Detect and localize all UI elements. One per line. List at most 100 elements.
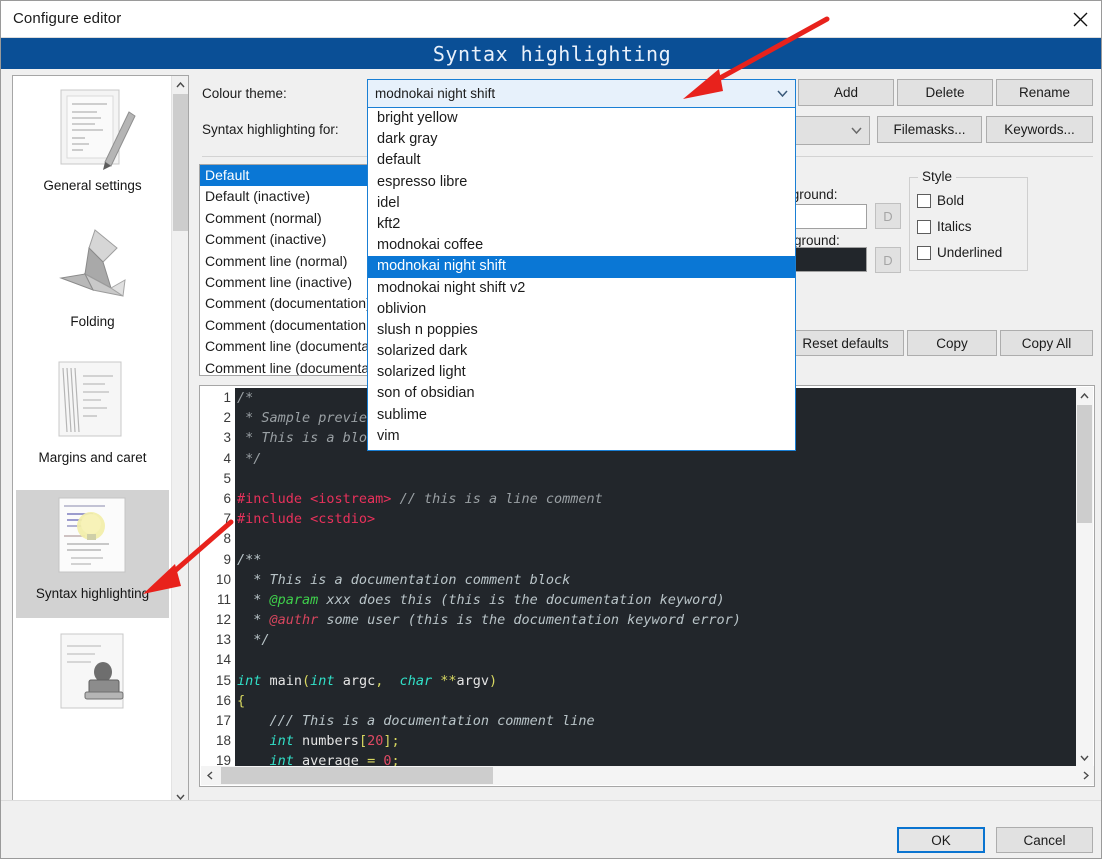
dropdown-option[interactable]: solarized light: [368, 362, 795, 383]
chevron-up-icon[interactable]: [1076, 387, 1093, 404]
colour-theme-dropdown-popup[interactable]: bright yellow dark gray default espresso li…: [367, 107, 796, 451]
foreground-default-button[interactable]: D: [875, 203, 901, 229]
copy-all-button[interactable]: Copy All: [1000, 330, 1093, 356]
sidebar-item-syntax-highlighting[interactable]: Syntax highlighting: [16, 490, 169, 618]
code-token: @authr: [269, 612, 319, 629]
style-list-item[interactable]: Comment line (documentation, inactive): [200, 358, 374, 375]
window-title: Configure editor: [13, 10, 122, 27]
style-list-item[interactable]: Comment (documentation, inactive): [200, 315, 374, 336]
dropdown-option[interactable]: kft2: [368, 214, 795, 235]
sidebar-item-general-settings[interactable]: General settings: [16, 82, 169, 210]
chevron-right-icon[interactable]: [1077, 767, 1094, 784]
code-token: [: [358, 733, 368, 750]
chevron-down-icon[interactable]: [1076, 749, 1093, 766]
dropdown-option[interactable]: bright yellow: [368, 108, 795, 129]
preview-vscroll-thumb[interactable]: [1077, 405, 1092, 523]
style-list-item[interactable]: Comment (normal): [200, 208, 374, 229]
chevron-left-icon[interactable]: [201, 767, 218, 784]
style-list-item[interactable]: Default (inactive): [200, 186, 374, 207]
filemasks-button[interactable]: Filemasks...: [877, 116, 982, 143]
chevron-up-icon[interactable]: [172, 76, 188, 93]
code-token: main: [261, 672, 303, 689]
code-token: int: [310, 672, 335, 689]
style-list-item[interactable]: Comment (documentation): [200, 293, 374, 314]
code-token: some user (this is the documentation key…: [318, 612, 741, 629]
dropdown-option[interactable]: default: [368, 150, 795, 171]
chevron-down-icon[interactable]: [769, 90, 795, 97]
colour-theme-combo[interactable]: modnokai night shift: [367, 79, 796, 108]
sidebar-item-label: Folding: [70, 314, 115, 329]
bold-checkbox-row[interactable]: Bold: [917, 193, 964, 208]
code-line: int main(int argc, char **argv): [237, 671, 1076, 691]
sidebar-item-margins-and-caret[interactable]: Margins and caret: [16, 354, 169, 482]
italics-checkbox[interactable]: [917, 219, 931, 234]
dropdown-option[interactable]: espresso libre: [368, 172, 795, 193]
reset-defaults-button[interactable]: Reset defaults: [787, 330, 904, 356]
keywords-button[interactable]: Keywords...: [986, 116, 1093, 143]
underlined-checkbox-row[interactable]: Underlined: [917, 245, 1002, 260]
style-list-item[interactable]: Comment (inactive): [200, 229, 374, 250]
line-number: 8: [223, 531, 231, 547]
code-bulb-icon: [58, 497, 125, 573]
ok-button[interactable]: OK: [897, 827, 985, 853]
copy-button[interactable]: Copy: [907, 330, 997, 356]
preview-hscroll-thumb[interactable]: [221, 767, 493, 784]
underlined-checkbox[interactable]: [917, 245, 931, 260]
sidebar-item-folding[interactable]: Folding: [16, 218, 169, 346]
rename-button[interactable]: Rename: [996, 79, 1093, 106]
dropdown-option[interactable]: sublime: [368, 405, 795, 426]
dropdown-option[interactable]: slush n poppies: [368, 320, 795, 341]
dialog-footer: OK Cancel: [1, 801, 1101, 858]
close-icon[interactable]: [1057, 1, 1101, 37]
style-list-item[interactable]: Comment line (documentation): [200, 336, 374, 357]
code-token: ;: [391, 733, 400, 750]
code-token: ;: [391, 753, 400, 766]
add-button[interactable]: Add: [798, 79, 894, 106]
style-list-item[interactable]: Comment line (normal): [200, 251, 374, 272]
syntax-highlighting-for-label: Syntax highlighting for:: [202, 122, 339, 137]
code-token: #include <cstdio>: [237, 511, 376, 528]
code-token: #include <iostream>: [237, 490, 392, 507]
italics-checkbox-row[interactable]: Italics: [917, 219, 972, 234]
dropdown-option[interactable]: dark gray: [368, 129, 795, 150]
dropdown-option[interactable]: vim: [368, 426, 795, 447]
style-list-item[interactable]: Default: [200, 165, 374, 187]
dropdown-option[interactable]: modnokai night shift: [368, 256, 795, 278]
code-token: 20: [367, 733, 384, 750]
line-number-gutter: 1234567891011121314151617181920212223242…: [202, 388, 235, 766]
line-number: 17: [215, 713, 231, 728]
style-groupbox-title: Style: [918, 169, 957, 184]
syntax-style-list[interactable]: Default Default (inactive) Comment (normal…: [199, 164, 375, 376]
sidebar-scroll-thumb[interactable]: [173, 94, 188, 231]
cancel-button[interactable]: Cancel: [996, 827, 1093, 853]
sidebar-item-document-stamp[interactable]: [16, 626, 169, 744]
line-number: 4: [223, 450, 231, 466]
background-default-button[interactable]: D: [875, 247, 901, 273]
dropdown-option[interactable]: oblivion: [368, 299, 795, 320]
delete-button[interactable]: Delete: [897, 79, 993, 106]
dropdown-option[interactable]: solarized dark: [368, 341, 795, 362]
colour-theme-value: modnokai night shift: [375, 86, 496, 101]
bold-label: Bold: [937, 193, 965, 208]
dropdown-option[interactable]: modnokai coffee: [368, 235, 795, 256]
bold-checkbox[interactable]: [917, 193, 931, 208]
line-number: 18: [215, 733, 231, 749]
preview-horizontal-scrollbar[interactable]: [201, 766, 1094, 785]
settings-category-list[interactable]: General settings Folding Margins and car…: [12, 75, 189, 806]
style-list-item[interactable]: Comment line (inactive): [200, 272, 374, 293]
code-line: {: [237, 691, 1076, 711]
chevron-down-icon[interactable]: [843, 127, 869, 134]
code-token: **: [440, 672, 457, 689]
preview-vertical-scrollbar[interactable]: [1076, 387, 1093, 766]
dropdown-option[interactable]: idel: [368, 193, 795, 214]
line-number: 13: [215, 632, 231, 648]
code-token: /*: [237, 390, 254, 406]
code-token: // this is a line comment: [399, 490, 603, 507]
dropdown-option[interactable]: son of obsidian: [368, 383, 795, 404]
dropdown-option[interactable]: modnokai night shift v2: [368, 278, 795, 299]
line-number: 14: [215, 652, 231, 668]
code-token: ): [489, 672, 498, 689]
settings-category-scroll-area: General settings Folding Margins and car…: [13, 76, 172, 805]
sidebar-scrollbar[interactable]: [171, 76, 188, 805]
